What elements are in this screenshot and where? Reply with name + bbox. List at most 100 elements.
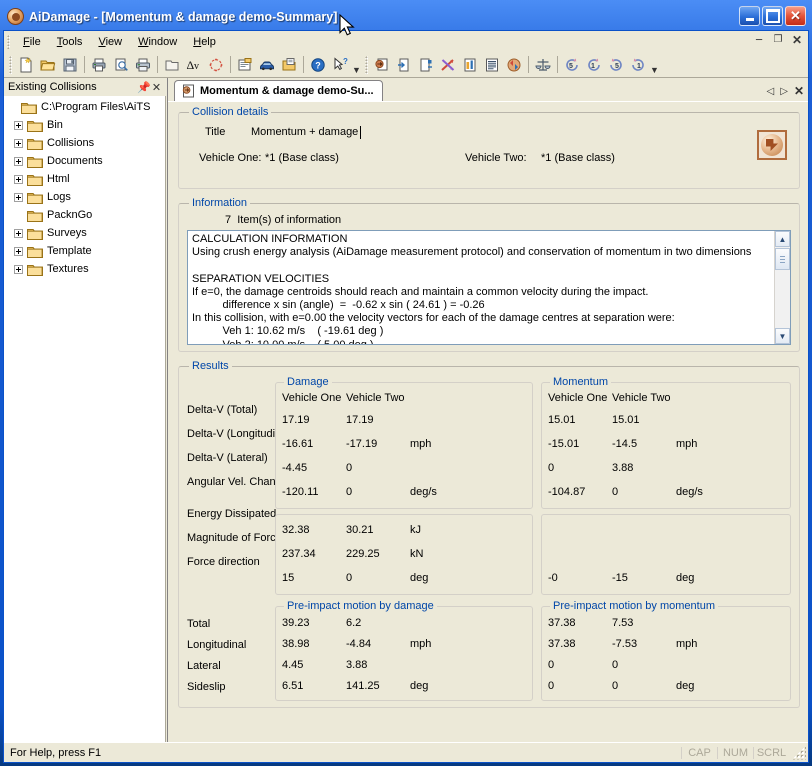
toolbar-overflow-button-2[interactable]: ▼ <box>649 55 660 75</box>
value-vehicle-one: -4.45 <box>282 462 308 474</box>
scroll-up-icon[interactable]: ▲ <box>775 231 790 247</box>
collision-import-icon[interactable] <box>371 54 393 76</box>
value-vehicle-one: -104.87 <box>548 486 586 498</box>
printer-setup-icon[interactable] <box>132 54 154 76</box>
enter-collision-icon[interactable] <box>393 54 415 76</box>
open-folder-icon[interactable] <box>37 54 59 76</box>
toolbar-separator-1 <box>84 56 85 73</box>
title-value[interactable]: Momentum + damage <box>251 126 362 139</box>
svg-text:5: 5 <box>615 63 619 70</box>
rotate-1-ccw-icon[interactable]: 1 <box>583 54 605 76</box>
menu-file[interactable]: FFileile <box>15 34 49 50</box>
toolbar-drag-grip-1[interactable] <box>9 55 12 74</box>
value-vehicle-two: 30.21 <box>346 524 374 536</box>
information-scrollbar[interactable]: ▲ ▼ <box>774 231 790 344</box>
expand-plus-icon[interactable] <box>14 138 23 148</box>
sidebar-item-template[interactable]: Template <box>4 242 165 260</box>
menu-drag-grip[interactable] <box>7 34 10 49</box>
maximize-button[interactable] <box>762 6 783 26</box>
toolbar-overflow-button[interactable]: ▼ <box>351 55 362 75</box>
collision-details-group: Collision details Title Momentum + damag… <box>178 106 800 189</box>
sidebar-item-collisions[interactable]: Collisions <box>4 134 165 152</box>
window-controls: ✕ <box>739 6 806 26</box>
sidebar-item-bin[interactable]: Bin <box>4 116 165 134</box>
scrollbar-thumb[interactable] <box>775 248 790 270</box>
scroll-down-icon[interactable]: ▼ <box>775 328 790 344</box>
delta-v-icon[interactable]: Δv <box>183 54 205 76</box>
sidebar-item-label: Surveys <box>47 227 87 239</box>
close-button[interactable]: ✕ <box>785 6 806 26</box>
sidebar-item-packngo[interactable]: PacknGo <box>4 206 165 224</box>
menu-window[interactable]: Window <box>130 34 185 50</box>
help-about-icon[interactable]: ? <box>307 54 329 76</box>
column-chart-icon[interactable] <box>459 54 481 76</box>
rotate-5-ccw-icon[interactable]: 5 <box>561 54 583 76</box>
pushpin-icon[interactable]: 📌 <box>137 81 151 94</box>
value-row: 237.34 229.25 kN <box>282 542 526 566</box>
expand-plus-icon[interactable] <box>14 246 23 256</box>
value-vehicle-one: 237.34 <box>282 548 316 560</box>
new-document-icon[interactable] <box>15 54 37 76</box>
vectors-icon[interactable] <box>437 54 459 76</box>
save-disk-icon[interactable] <box>59 54 81 76</box>
exit-collision-icon[interactable] <box>415 54 437 76</box>
close-icon[interactable]: ✕ <box>150 81 163 94</box>
print-icon[interactable] <box>88 54 110 76</box>
toolbar: Δv ? ? ▼ 5 1 5 1 ▼ <box>4 52 808 78</box>
information-textbox[interactable]: CALCULATION INFORMATION Using crush ener… <box>187 230 791 345</box>
blank-page-icon[interactable] <box>161 54 183 76</box>
mdi-restore-icon[interactable]: ❐ <box>771 33 785 47</box>
minimize-button[interactable] <box>739 6 760 26</box>
value-row: 38.98 -4.84 mph <box>282 633 526 654</box>
folder-icon <box>27 263 43 276</box>
mdi-close-icon[interactable]: ✕ <box>790 33 804 47</box>
expand-plus-icon[interactable] <box>14 264 23 274</box>
tab-momentum-damage-demo-summary[interactable]: Momentum & damage demo-Su... <box>174 80 383 101</box>
mdi-minimize-icon[interactable]: − <box>752 33 766 46</box>
summary-pane: Collision details Title Momentum + damag… <box>168 102 808 742</box>
document-list-icon[interactable] <box>481 54 503 76</box>
rotate-1-cw-icon[interactable]: 1 <box>627 54 649 76</box>
toolbar-drag-grip-2[interactable] <box>365 55 368 74</box>
resize-grip[interactable] <box>792 745 806 760</box>
balance-scales-icon[interactable] <box>532 54 554 76</box>
svg-text:?: ? <box>315 60 321 70</box>
tab-close-icon[interactable]: ✕ <box>794 84 804 98</box>
expand-plus-icon[interactable] <box>14 120 23 130</box>
sidebar-item-surveys[interactable]: Surveys <box>4 224 165 242</box>
menu-view[interactable]: View <box>90 34 130 50</box>
report-icon[interactable] <box>234 54 256 76</box>
sidebar-item-logs[interactable]: Logs <box>4 188 165 206</box>
sidebar-item-html[interactable]: Html <box>4 170 165 188</box>
export-folder-icon[interactable] <box>278 54 300 76</box>
sidebar-item-textures[interactable]: Textures <box>4 260 165 278</box>
context-help-icon[interactable]: ? <box>329 54 351 76</box>
tab-prev-icon[interactable]: ◁ <box>767 86 775 97</box>
vehicle-car-icon[interactable] <box>256 54 278 76</box>
collision-details-legend: Collision details <box>192 106 269 118</box>
expand-plus-icon[interactable] <box>14 174 23 184</box>
sidebar-item-documents[interactable]: Documents <box>4 152 165 170</box>
collections-tree[interactable]: C:\Program Files\AiTS Bin Collisions Docum… <box>4 96 166 742</box>
status-caps: CAP <box>681 746 717 759</box>
print-preview-icon[interactable] <box>110 54 132 76</box>
row-label: Magnitude of Force <box>187 532 282 544</box>
expand-plus-icon[interactable] <box>14 156 23 166</box>
impulse-momentum-icon[interactable] <box>205 54 227 76</box>
vehicle-row: Vehicle One: *1 (Base class) Vehicle Two… <box>187 138 791 164</box>
results-momentum-column: Momentum Vehicle One Vehicle Two 15.01 15… <box>541 376 791 595</box>
damage-header-row: Vehicle One Vehicle Two <box>282 388 526 408</box>
value-vehicle-two: 7.53 <box>612 616 634 629</box>
tab-next-icon[interactable]: ▷ <box>780 86 788 97</box>
sidebar-item-label: Documents <box>47 155 103 167</box>
value-vehicle-two: -7.53 <box>612 637 638 650</box>
damage-sphere-icon[interactable] <box>503 54 525 76</box>
rotate-5-cw-icon[interactable]: 5 <box>605 54 627 76</box>
expand-plus-icon[interactable] <box>14 192 23 202</box>
collision-thumbnail-icon[interactable] <box>757 130 787 160</box>
menu-tools[interactable]: Tools <box>49 34 91 50</box>
results-group: Results Delta-V (Total) Delta-V (Longitu… <box>178 360 800 708</box>
expand-plus-icon[interactable] <box>14 228 23 238</box>
menu-help[interactable]: Help <box>185 34 224 50</box>
tree-root[interactable]: C:\Program Files\AiTS <box>4 98 165 116</box>
